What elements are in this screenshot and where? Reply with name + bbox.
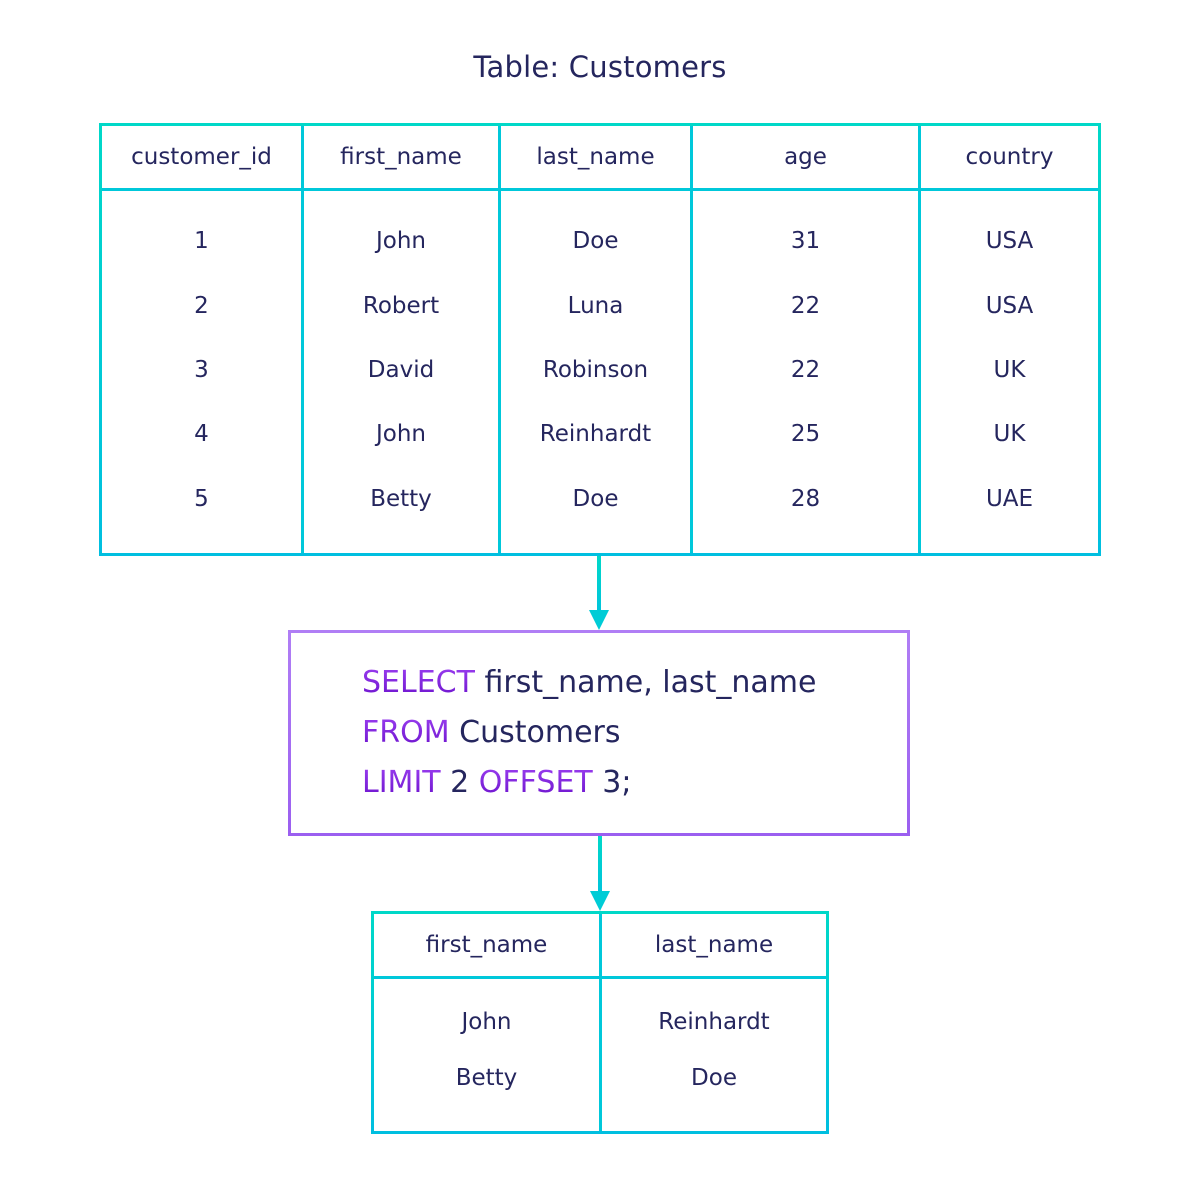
column-header-customer-id: customer_id [102,126,304,191]
sql-query-box: SELECT first_name, last_name FROM Custome… [288,630,910,836]
sql-line: LIMIT 2 OFFSET 3; [362,761,816,811]
diagram-title: Table: Customers [473,50,727,84]
sql-line: FROM Customers [362,711,816,761]
sql-keyword: FROM [362,715,450,750]
table-cell: 22 [790,292,821,319]
column-first-name: John Robert David John Betty [304,191,501,553]
column-header-country: country [921,126,1098,191]
table-cell: Robinson [542,356,649,383]
table-cell: Doe [572,228,619,255]
column-header-first-name: first_name [374,914,602,979]
sql-text: 2 [440,765,479,800]
arrow-shaft [598,836,602,893]
table-cell: Robert [362,292,440,319]
table-cell: Doe [691,1065,737,1092]
sql-text: Customers [449,715,621,750]
sql-line: SELECT first_name, last_name [362,661,816,711]
table-cell: USA [985,228,1034,255]
table-cell: 25 [790,421,821,448]
column-last-name: Reinhardt Doe [602,979,826,1131]
column-header-last-name: last_name [602,914,826,979]
table-cell: 28 [790,485,821,512]
table-cell: John [461,1008,512,1035]
sql-text: 3; [592,765,632,800]
column-age: 31 22 22 25 28 [693,191,921,553]
table-cell: Betty [370,485,432,512]
customers-table: customer_id first_name last_name age country… [99,123,1101,556]
arrow-down-icon [590,891,610,911]
result-table: first_name last_name John Betty Reinhardt Doe [371,911,829,1134]
arrow-to-result [590,836,610,911]
arrow-shaft [597,556,601,612]
table-cell: 5 [194,485,209,512]
arrow-down-icon [589,610,609,630]
table-cell: UK [993,421,1026,448]
column-header-age: age [693,126,921,191]
table-cell: 2 [194,292,209,319]
table-cell: 4 [194,421,209,448]
table-cell: Reinhardt [658,1008,770,1035]
column-header-last-name: last_name [501,126,693,191]
column-header-first-name: first_name [304,126,501,191]
column-country: USA USA UK UK UAE [921,191,1098,553]
sql-text: first_name, last_name [474,665,817,700]
table-cell: Betty [455,1065,518,1092]
table-cell: USA [985,292,1034,319]
sql-keyword: SELECT [362,665,475,700]
table-cell: Reinhardt [539,421,652,448]
sql-keyword: OFFSET [478,765,593,800]
table-cell: John [375,228,426,255]
table-cell: UK [993,356,1026,383]
table-cell: John [375,421,426,448]
table-cell: UAE [985,485,1034,512]
table-cell: 3 [194,356,209,383]
arrow-to-query [589,556,609,630]
table-cell: Doe [572,485,619,512]
table-cell: Luna [567,292,624,319]
customers-table-grid: customer_id first_name last_name age country… [102,126,1098,553]
table-cell: David [367,356,435,383]
table-cell: 31 [790,228,821,255]
sql-keyword: LIMIT [362,765,441,800]
column-last-name: Doe Luna Robinson Reinhardt Doe [501,191,693,553]
column-first-name: John Betty [374,979,602,1131]
table-cell: 1 [194,228,209,255]
sql-query-code: SELECT first_name, last_name FROM Custome… [362,661,816,811]
column-customer-id: 1 2 3 4 5 [102,191,304,553]
result-table-grid: first_name last_name John Betty Reinhardt Doe [374,914,826,1131]
table-cell: 22 [790,356,821,383]
